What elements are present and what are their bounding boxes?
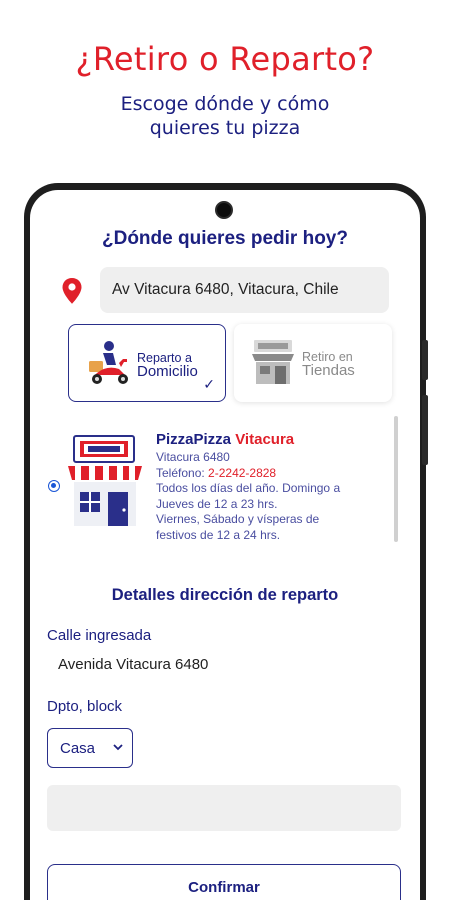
store-phone: Teléfono: 2-2242-2828 <box>156 466 392 482</box>
storefront-icon <box>252 340 294 384</box>
store-hours-line2: Jueves de 12 a 23 hrs. <box>156 496 278 511</box>
promo-subtitle: Escoge dónde y cómo quieres tu pizza <box>0 92 450 140</box>
store-branch: Vitacura <box>235 431 295 448</box>
delivery-option-button[interactable]: Reparto a Domicilio ✓ <box>68 324 226 402</box>
store-list-scrollbar[interactable] <box>394 416 398 542</box>
store-hours-line1: Todos los días del año. Domingo a <box>156 481 341 495</box>
store-radio-button[interactable] <box>48 480 60 492</box>
store-hours-line4: festivos de 12 a 24 hrs. <box>156 527 281 542</box>
street-label: Calle ingresada <box>47 627 152 644</box>
scooter-delivery-icon <box>89 341 128 384</box>
store-hours-line3: Viernes, Sábado y vísperas de <box>156 512 320 526</box>
map-pin-icon <box>62 278 82 304</box>
phone-side-button <box>422 395 428 465</box>
pickup-option-line2: Tiendas <box>302 362 355 379</box>
camera-icon <box>215 201 233 219</box>
delivery-option-line2: Domicilio <box>137 363 198 380</box>
app-screen: ¿Dónde quieres pedir hoy? Av Vitacura 64… <box>30 190 420 900</box>
delivery-option-label: Reparto a Domicilio <box>137 351 198 379</box>
unit-type-value: Casa <box>60 739 96 757</box>
pickup-option-button[interactable]: Retiro en Tiendas <box>234 324 392 402</box>
unit-label: Dpto, block <box>47 698 123 715</box>
promo-subtitle-line2: quieres tu pizza <box>149 117 301 139</box>
promo-subtitle-line1: Escoge dónde y cómo <box>120 93 330 115</box>
store-phone-label: Teléfono: <box>156 465 205 480</box>
section-title: Detalles dirección de reparto <box>111 586 339 604</box>
confirm-button[interactable]: Confirmar <box>47 864 401 900</box>
phone-side-button <box>422 340 428 380</box>
unit-number-input[interactable] <box>47 785 401 831</box>
chevron-down-icon <box>113 744 123 751</box>
store-phone-link[interactable]: 2-2242-2828 <box>208 466 276 480</box>
promo-headline: ¿Retiro o Reparto? <box>75 40 375 78</box>
store-name: PizzaPizza Vitacura <box>156 431 294 448</box>
unit-type-select[interactable]: Casa <box>47 728 133 768</box>
store-brand: PizzaPizza <box>156 431 232 448</box>
address-input[interactable]: Av Vitacura 6480, Vitacura, Chile <box>100 267 389 313</box>
street-value: Avenida Vitacura 6480 <box>58 656 209 673</box>
checkmark-icon: ✓ <box>203 376 215 392</box>
page-title: ¿Dónde quieres pedir hoy? <box>102 228 348 249</box>
pizzapizza-store-icon <box>68 435 142 526</box>
store-address: Vitacura 6480 <box>156 450 230 464</box>
pickup-option-label: Retiro en Tiendas <box>302 350 355 378</box>
store-details: Vitacura 6480 Teléfono: 2-2242-2828 Todo… <box>156 450 392 543</box>
